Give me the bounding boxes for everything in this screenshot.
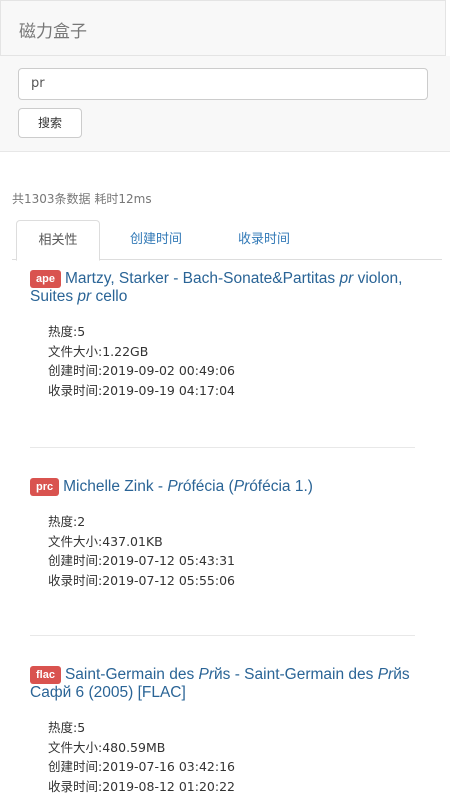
file-type-badge: prc bbox=[30, 478, 60, 496]
result-item: flac Saint-Germain des Prйs - Saint-Germa… bbox=[30, 666, 420, 796]
keyword-highlight: Pr bbox=[377, 666, 394, 683]
title-text: Michelle Zink - bbox=[63, 478, 168, 495]
indexed-time: 收录时间:2019-07-12 05:55:06 bbox=[48, 572, 235, 588]
file-type-badge: flac bbox=[30, 666, 61, 684]
result-stats: 共1303条数据 耗时12ms bbox=[12, 192, 152, 206]
navbar: 磁力盒子 bbox=[0, 0, 446, 56]
tab-relevance[interactable]: 相关性 bbox=[16, 220, 100, 261]
file-size: 文件大小:1.22GB bbox=[48, 343, 149, 359]
result-item: prc Michelle Zink - Prófécia (Prófécia 1.… bbox=[30, 478, 420, 590]
result-meta: 热度:2 文件大小:437.01KB 创建时间:2019-07-12 05:43… bbox=[30, 512, 420, 590]
result-title-link[interactable]: flac Saint-Germain des Prйs - Saint-Germa… bbox=[30, 666, 420, 702]
divider bbox=[30, 447, 415, 448]
divider bbox=[30, 635, 415, 636]
search-input[interactable]: pr bbox=[18, 68, 428, 100]
heat-value: 热度:5 bbox=[48, 720, 86, 735]
result-meta: 热度:5 文件大小:1.22GB 创建时间:2019-09-02 00:49:0… bbox=[30, 322, 420, 400]
result-title-link[interactable]: prc Michelle Zink - Prófécia (Prófécia 1.… bbox=[30, 478, 420, 496]
sort-tabs: 相关性 创建时间 收录时间 bbox=[12, 220, 442, 261]
keyword-highlight: Pr bbox=[167, 478, 183, 495]
result-title-link[interactable]: ape Martzy, Starker - Bach-Sonate&Partita… bbox=[30, 270, 420, 306]
keyword-highlight: pr bbox=[339, 270, 354, 287]
keyword-highlight: Pr bbox=[198, 666, 215, 683]
keyword-highlight: pr bbox=[77, 288, 92, 305]
indexed-time: 收录时间:2019-08-12 01:20:22 bbox=[48, 778, 235, 794]
created-time: 创建时间:2019-07-12 05:43:31 bbox=[48, 553, 235, 568]
search-button[interactable]: 搜索 bbox=[18, 108, 82, 138]
title-text: Saint-Germain des bbox=[64, 666, 199, 683]
title-text: йs - Saint-Germain des bbox=[214, 666, 378, 683]
result-meta: 热度:5 文件大小:480.59MB 创建时间:2019-07-16 03:42… bbox=[30, 718, 420, 796]
file-size: 文件大小:437.01KB bbox=[48, 533, 163, 549]
keyword-highlight: Pr bbox=[233, 478, 250, 495]
heat-value: 热度:2 bbox=[48, 514, 86, 529]
title-text: cello bbox=[91, 288, 128, 305]
tab-indexed-time[interactable]: 收录时间 bbox=[218, 220, 310, 260]
indexed-time: 收录时间:2019-09-19 04:17:04 bbox=[48, 382, 235, 398]
result-item: ape Martzy, Starker - Bach-Sonate&Partita… bbox=[30, 270, 420, 400]
tab-created-time[interactable]: 创建时间 bbox=[110, 220, 202, 260]
title-text: ófécia ( bbox=[182, 478, 234, 495]
search-area: pr 搜索 bbox=[0, 56, 450, 152]
title-text: Martzy, Starker - Bach-Sonate&Partitas bbox=[64, 270, 340, 287]
heat-value: 热度:5 bbox=[48, 324, 86, 339]
created-time: 创建时间:2019-07-16 03:42:16 bbox=[48, 759, 235, 774]
brand-title[interactable]: 磁力盒子 bbox=[19, 17, 87, 42]
file-type-badge: ape bbox=[30, 270, 61, 288]
file-size: 文件大小:480.59MB bbox=[48, 739, 166, 755]
title-text: ófécia 1.) bbox=[249, 478, 313, 495]
created-time: 创建时间:2019-09-02 00:49:06 bbox=[48, 363, 235, 378]
